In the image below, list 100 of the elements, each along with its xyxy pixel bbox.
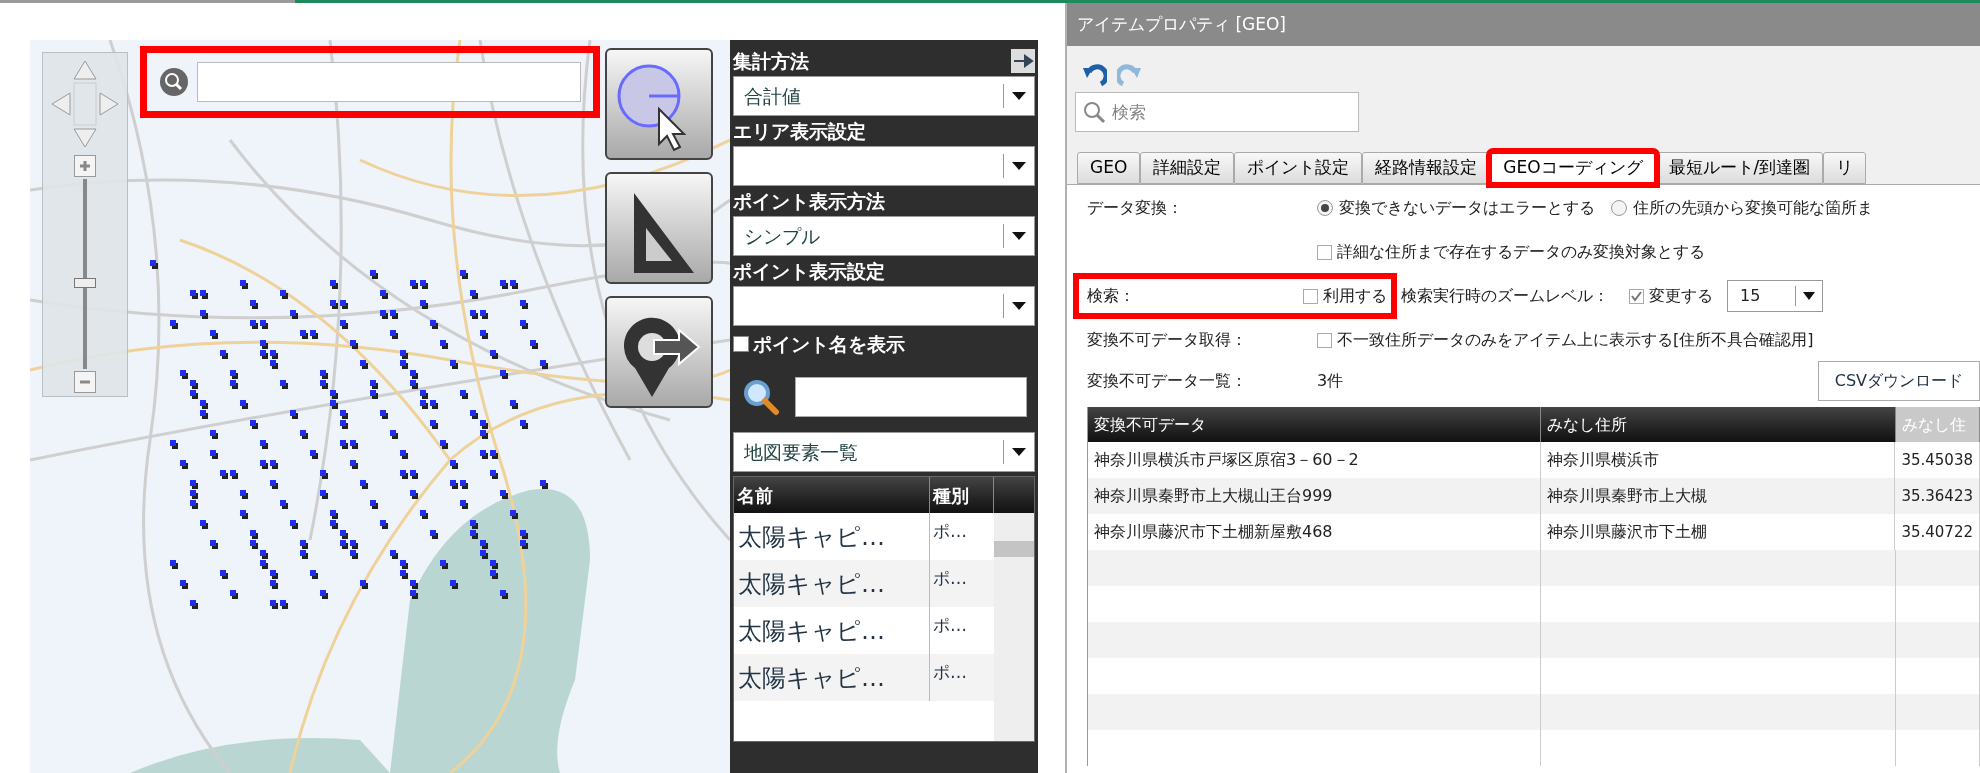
select-field[interactable] [733, 146, 1035, 186]
location-marker [510, 280, 518, 289]
location-marker [400, 470, 408, 479]
location-marker [180, 370, 188, 379]
location-marker [470, 290, 478, 299]
location-marker [260, 440, 268, 449]
location-marker [170, 560, 178, 569]
location-marker [430, 420, 438, 429]
location-marker [440, 560, 448, 569]
zoom-level-select[interactable]: 15 [1727, 280, 1823, 312]
show-names-checkbox[interactable]: ポイント名を表示 [733, 326, 1035, 362]
radio-option[interactable]: 変換できないデータはエラーとする [1317, 196, 1595, 220]
location-marker [450, 360, 458, 369]
location-marker [170, 440, 178, 449]
location-marker [220, 470, 228, 479]
zoom-out-button[interactable] [74, 371, 96, 393]
location-marker [520, 300, 528, 309]
location-marker [270, 460, 278, 469]
location-marker [270, 600, 278, 609]
circle-select-tool-button[interactable] [605, 48, 713, 160]
scrollbar[interactable] [994, 513, 1034, 741]
location-marker [500, 370, 508, 379]
location-marker [260, 320, 268, 329]
location-marker [400, 450, 408, 459]
list-row[interactable]: 太陽キャピ… ポ… [734, 560, 994, 607]
section-label: 集計方法 [733, 48, 810, 74]
list-type-select[interactable]: 地図要素一覧 [733, 432, 1035, 472]
location-marker [530, 340, 538, 349]
undo-icon [1081, 64, 1107, 88]
location-marker [420, 280, 428, 289]
location-marker [240, 400, 248, 409]
location-marker [420, 510, 428, 519]
radio-option[interactable]: 住所の先頭から変換可能な箇所ま [1611, 196, 1873, 220]
location-marker [540, 360, 548, 369]
location-marker [430, 400, 438, 409]
location-marker [390, 430, 398, 439]
location-marker [540, 480, 548, 489]
location-marker [430, 530, 438, 539]
location-marker [230, 590, 238, 599]
location-marker [240, 280, 248, 289]
location-marker [510, 400, 518, 409]
check-icon [1631, 290, 1642, 302]
location-marker [320, 470, 328, 479]
zoom-slider-thumb[interactable] [74, 278, 96, 288]
triangle-ruler-tool-button[interactable] [605, 172, 713, 284]
pin-arrow-tool-button[interactable] [605, 296, 713, 408]
checkbox[interactable]: 変更する [1629, 284, 1713, 308]
section-label: ポイント表示設定 [733, 258, 886, 284]
checkbox[interactable]: 利用する [1303, 284, 1387, 308]
list-row[interactable]: 太陽キャピ… ポ… [734, 513, 994, 560]
location-marker [380, 520, 388, 529]
checkbox[interactable]: 不一致住所データのみをアイテム上に表示する[住所不具合確認用] [1317, 328, 1814, 352]
location-marker [440, 340, 448, 349]
location-marker [420, 300, 428, 309]
property-search-field[interactable]: 検索 [1075, 92, 1359, 132]
pan-arrows-icon [50, 59, 120, 149]
location-marker [460, 270, 468, 279]
redo-icon [1117, 64, 1143, 88]
select-field[interactable]: シンプル [733, 216, 1035, 256]
tab[interactable]: GEO [1077, 152, 1141, 184]
location-marker [360, 480, 368, 489]
location-marker [170, 320, 178, 329]
location-marker [220, 570, 228, 579]
zoom-slider-track[interactable] [74, 179, 96, 369]
location-marker [340, 300, 348, 309]
csv-download-button[interactable]: CSVダウンロード [1817, 361, 1980, 401]
location-marker [460, 480, 468, 489]
list-row[interactable]: 太陽キャピ… ポ… [734, 654, 994, 701]
list-row[interactable]: 太陽キャピ… ポ… [734, 607, 994, 654]
location-marker [210, 330, 218, 339]
checkbox[interactable]: 詳細な住所まで存在するデータのみ変換対象とする [1317, 240, 1705, 264]
zoom-in-button[interactable] [74, 155, 96, 177]
select-field[interactable]: 合計値 [733, 76, 1035, 116]
map-search-field[interactable] [197, 62, 581, 102]
location-marker [390, 330, 398, 339]
location-marker [500, 280, 508, 289]
location-marker [470, 410, 478, 419]
tab[interactable]: ポイント設定 [1234, 152, 1363, 184]
location-marker [220, 350, 228, 359]
location-marker [290, 520, 298, 529]
location-marker [250, 300, 258, 309]
location-marker [150, 260, 158, 269]
count-text: 3件 [1317, 370, 1345, 392]
location-marker [360, 360, 368, 369]
location-marker [270, 480, 278, 489]
field-label: 検索実行時のズームレベル： [1401, 285, 1609, 307]
location-marker [230, 470, 238, 479]
tab[interactable]: リ [1823, 152, 1867, 184]
tab[interactable]: 詳細設定 [1140, 152, 1235, 184]
select-field[interactable] [733, 286, 1035, 326]
panel-title: アイテムプロパティ [GEO] [1067, 3, 1980, 46]
location-marker [450, 480, 458, 489]
location-marker [410, 490, 418, 499]
list-search-field[interactable] [795, 377, 1027, 417]
location-marker [350, 340, 358, 349]
location-marker [500, 590, 508, 599]
location-marker [340, 440, 348, 449]
location-marker [490, 450, 498, 459]
location-marker [250, 320, 258, 329]
location-marker [310, 450, 318, 459]
